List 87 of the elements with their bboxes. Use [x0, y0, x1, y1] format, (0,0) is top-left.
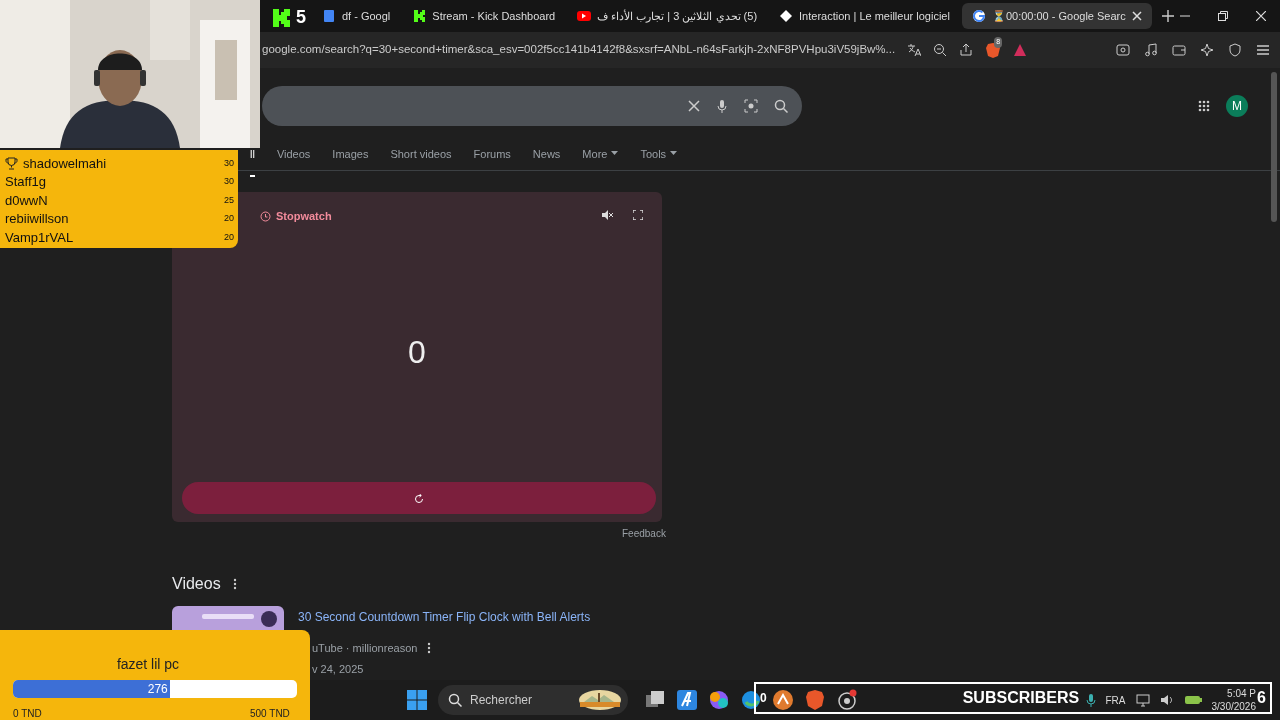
viewer-count: 5 [296, 6, 306, 29]
video-date: v 24, 2025 [311, 661, 365, 677]
music-icon[interactable] [1144, 43, 1158, 57]
leaderboard-score: 30 [224, 175, 234, 188]
url-text[interactable]: google.com/search?q=30+second+timer&sca_esv=002f5cc141b4142f8&sxsrf=ANbL-n64sFarkjh-2xNF8PVHpu3iV59jBw%... [262, 41, 896, 59]
a-app-icon[interactable] [676, 689, 698, 711]
new-tab-icon[interactable] [1161, 10, 1174, 22]
camera-icon[interactable] [744, 99, 758, 113]
colorful-swirl-icon[interactable] [708, 689, 730, 711]
video-source: uTube · millionreason [312, 641, 418, 656]
play-icon [577, 9, 592, 23]
wallet-icon[interactable] [1172, 43, 1186, 57]
search-tab[interactable]: Short videos [390, 146, 452, 177]
browser-tab[interactable]: df - Googl [312, 3, 401, 29]
avatar[interactable]: M [1226, 95, 1248, 117]
subscriber-count: 0 [760, 690, 767, 707]
microphone-icon[interactable] [716, 99, 728, 113]
maximize-icon[interactable] [1218, 11, 1228, 21]
edge-icon[interactable] [740, 689, 762, 711]
leaderboard-score: 25 [224, 193, 234, 207]
clear-icon[interactable] [688, 100, 700, 112]
mute-icon[interactable] [601, 209, 613, 221]
search-icon[interactable] [774, 99, 788, 113]
search-field[interactable] [262, 86, 802, 126]
speaker-icon[interactable] [1159, 693, 1174, 707]
triangle-icon[interactable] [1013, 43, 1028, 57]
subscribers-label: SUBSCRIBERS [962, 688, 1080, 708]
leaderboard-score: 20 [224, 230, 234, 244]
goal-title: fazet lil pc [115, 655, 181, 674]
sidebar-icon[interactable] [1116, 43, 1130, 57]
search-tab[interactable]: Videos [276, 146, 311, 177]
leaderboard-name: Vamp1rVAL [5, 228, 74, 247]
clock[interactable]: 5:04 P 3/30/2026 [1211, 687, 1256, 713]
goal-min-label: 0 TND [13, 707, 42, 720]
search-tab[interactable]: More [582, 146, 619, 177]
browser-tab[interactable]: Stream - Kick Dashboard [402, 3, 566, 29]
subscriber-count: 6 [1257, 688, 1266, 708]
leaderboard-name: shadowelmahi [23, 154, 107, 173]
search-tab[interactable]: Forums [473, 146, 511, 177]
diamond-icon [779, 9, 794, 23]
leaderboard-score: 20 [224, 212, 234, 225]
apps-grid-icon[interactable] [1198, 100, 1210, 112]
leaderboard-score: 30 [224, 156, 234, 170]
leaderboard-name: rebiiwillson [5, 210, 69, 228]
share-icon[interactable] [959, 43, 974, 57]
browser-tab[interactable]: (5) تحدي الثلاثين 3 | تجارب الأداء ف [567, 3, 768, 29]
search-tab[interactable]: Tools [640, 146, 678, 177]
microphone-icon[interactable] [1085, 693, 1096, 707]
goal-progress-fill: 276 [13, 680, 170, 698]
more-options-icon[interactable] [427, 642, 432, 655]
translate-icon[interactable] [907, 43, 922, 57]
close-icon[interactable] [1256, 11, 1266, 21]
video-title-link[interactable]: 30 Second Countdown Timer Flip Clock with Bell Alerts [298, 608, 591, 626]
language-indicator[interactable]: FRA [1105, 692, 1126, 708]
scrollbar[interactable] [1271, 72, 1277, 222]
google-icon [971, 9, 986, 23]
leaderboard-name: d0wwN [5, 191, 48, 210]
monitor-icon[interactable] [1135, 693, 1150, 707]
round-app-icon[interactable] [772, 689, 794, 711]
menu-icon[interactable] [1256, 43, 1270, 57]
browser-tab[interactable]: ⏳00:00:00 - Google Searc [961, 3, 1152, 29]
reset-icon [414, 493, 424, 504]
lion-shield-icon[interactable] [804, 689, 826, 711]
more-options-icon[interactable] [232, 578, 237, 590]
goal-max-label: 500 TND [250, 707, 290, 720]
taskbar-search-field[interactable]: Rechercher [438, 685, 628, 715]
zoom-out-icon[interactable] [933, 43, 948, 57]
feedback-link[interactable]: Feedback [622, 526, 666, 541]
obs-icon[interactable] [836, 689, 858, 711]
document-icon [322, 9, 336, 23]
stopwatch-tab[interactable]: Stopwatch [276, 208, 332, 225]
close-icon[interactable] [1131, 11, 1142, 21]
clock-icon [260, 210, 271, 222]
search-tab[interactable]: News [532, 146, 561, 177]
search-icon [448, 693, 462, 707]
fullscreen-icon[interactable] [633, 210, 643, 220]
search-tab[interactable]: Images [332, 146, 369, 177]
shield-icon[interactable] [1228, 43, 1242, 57]
k-logo-icon [272, 7, 292, 28]
leaderboard-name: Staff1g [5, 173, 46, 191]
browser-tab[interactable]: Interaction | Le meilleur logiciel [769, 3, 960, 29]
timer-display: 0 [407, 333, 427, 372]
k-logo-icon [412, 9, 427, 23]
sparkle-icon[interactable] [1200, 43, 1214, 57]
section-heading: Videos [172, 574, 221, 594]
windows-start-icon[interactable] [406, 689, 428, 711]
battery-icon[interactable] [1183, 694, 1202, 706]
